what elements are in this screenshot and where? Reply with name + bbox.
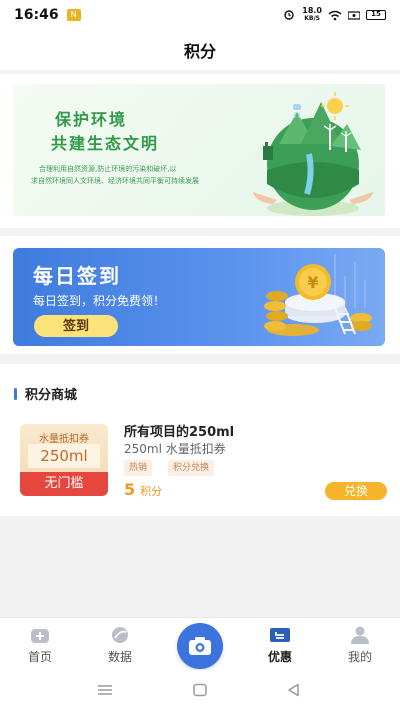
tab-home[interactable]: 首页 [10, 626, 70, 665]
coupon-condition: 无门槛 [20, 472, 108, 496]
nav-bar: 积分 [0, 30, 400, 70]
signin-title: 每日签到 [33, 264, 121, 288]
tab-offers-label: 优惠 [267, 650, 292, 664]
banner-card: 保护环境 共建生态文明 合理利用自然资源,防止环境的污染和破坏,以 求自然环境同… [0, 74, 400, 228]
mall-header: 积分商城 [14, 384, 77, 403]
banner-title-line2: 共建生态文明 [51, 134, 160, 153]
signin-button[interactable]: 签到 [34, 315, 118, 337]
tab-data-label: 数据 [107, 650, 132, 664]
coupon-image[interactable]: 水量抵扣券 250ml 无门槛 [20, 424, 108, 496]
tab-offers[interactable]: 优惠 [250, 626, 310, 665]
tag-points-exchange: 积分兑换 [168, 460, 215, 476]
section-accent-bar [14, 387, 17, 400]
banner-desc-line2: 求自然环境同人文环境、经济环境共同平衡可持续发展 [31, 177, 199, 185]
signal-icon [348, 11, 360, 20]
signin-card: 每日签到 每日签到，积分免费领！ 签到 ¥ [0, 236, 400, 354]
camera-scan-button[interactable] [177, 623, 223, 669]
points-price: 5 积分 [124, 480, 162, 499]
status-time: 16:46 [14, 7, 59, 23]
coupon-amount: 250ml [28, 444, 100, 468]
tab-data[interactable]: 数据 [90, 626, 150, 665]
banner-desc-line1: 合理利用自然资源,防止环境的污染和破坏,以 [39, 165, 177, 173]
bottom-tab-bar: 首页 数据 优惠 我的 [0, 617, 400, 670]
wifi-icon [328, 10, 342, 20]
network-speed-value: 18.0 [302, 6, 322, 15]
home-nav-icon[interactable] [190, 682, 210, 698]
alarm-icon [284, 10, 294, 20]
tab-mine[interactable]: 我的 [330, 626, 390, 665]
points-unit: 积分 [140, 485, 163, 498]
home-icon [29, 626, 51, 644]
ticket-icon [269, 626, 291, 644]
coupon-type: 水量抵扣券 [39, 434, 89, 445]
system-nav-bar [0, 670, 400, 711]
banner-title-line1: 保护环境 [55, 110, 128, 129]
coin-symbol: ¥ [307, 273, 318, 292]
user-icon [349, 626, 371, 644]
status-bar: 16:46 N 18.0 KB/S 15 [0, 0, 400, 30]
data-icon [109, 626, 131, 644]
camera-icon [189, 637, 211, 655]
mall-title: 积分商城 [25, 388, 78, 403]
page-title: 积分 [183, 42, 216, 61]
recent-apps-icon[interactable] [95, 682, 115, 698]
tab-home-label: 首页 [27, 650, 52, 664]
network-speed: 18.0 KB/S [302, 7, 322, 23]
tag-hot: 热销 [124, 460, 153, 476]
signin-subtitle: 每日签到，积分免费领！ [33, 294, 166, 308]
product-desc: 250ml 水量抵扣券 [124, 442, 226, 456]
product-name[interactable]: 所有项目的250ml [124, 421, 234, 440]
network-speed-unit: KB/S [304, 15, 320, 22]
status-indicators: 18.0 KB/S 15 [282, 7, 386, 23]
points-mall-section: 积分商城 水量抵扣券 250ml 无门槛 所有项目的250ml 250ml 水量… [0, 364, 400, 516]
earth-illustration [253, 92, 373, 216]
redeem-button[interactable]: 兑换 [325, 482, 387, 500]
points-value: 5 [124, 480, 136, 499]
eco-banner[interactable]: 保护环境 共建生态文明 合理利用自然资源,防止环境的污染和破坏,以 求自然环境同… [13, 84, 385, 216]
coins-illustration: ¥ [264, 254, 372, 336]
app-notification-icon: N [66, 9, 81, 21]
battery-icon: 15 [366, 10, 386, 20]
back-nav-icon[interactable] [284, 682, 304, 698]
daily-signin-banner: 每日签到 每日签到，积分免费领！ 签到 ¥ [13, 248, 385, 346]
tab-mine-label: 我的 [347, 650, 372, 664]
